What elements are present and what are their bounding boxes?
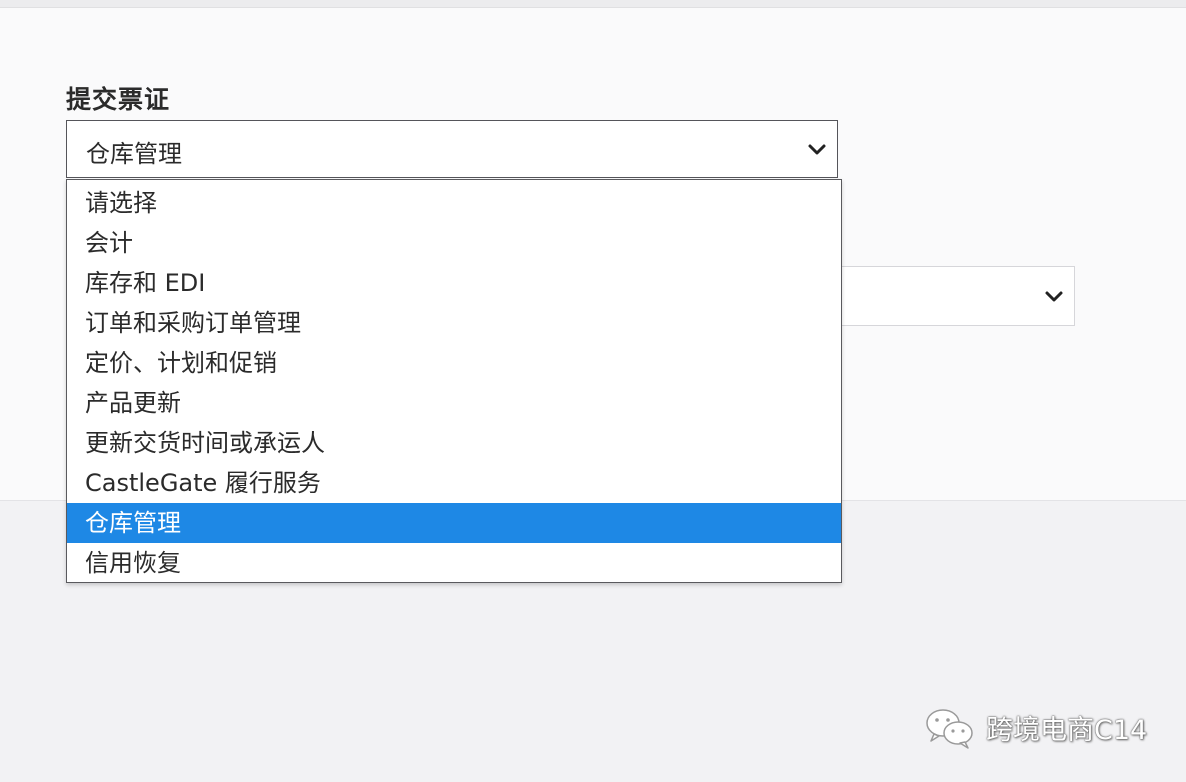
dropdown-option[interactable]: 产品更新 — [67, 383, 841, 423]
dropdown-option[interactable]: 更新交货时间或承运人 — [67, 423, 841, 463]
dropdown-option[interactable]: CastleGate 履行服务 — [67, 463, 841, 503]
dropdown-option[interactable]: 请选择 — [67, 183, 841, 223]
dropdown-option-selected[interactable]: 仓库管理 — [67, 503, 841, 543]
top-border — [0, 0, 1186, 8]
dropdown-option[interactable]: 会计 — [67, 223, 841, 263]
dropdown-option[interactable]: 库存和 EDI — [67, 263, 841, 303]
category-dropdown-list: 请选择 会计 库存和 EDI 订单和采购订单管理 定价、计划和促销 产品更新 更… — [66, 179, 842, 583]
dropdown-option[interactable]: 定价、计划和促销 — [67, 343, 841, 383]
chevron-down-icon — [807, 143, 827, 157]
category-select-value: 仓库管理 — [86, 140, 182, 168]
watermark-text: 跨境电商C14 — [986, 715, 1148, 746]
dropdown-option[interactable]: 信用恢复 — [67, 543, 841, 583]
secondary-select[interactable] — [838, 266, 1075, 326]
form-label: 提交票证 — [66, 85, 171, 114]
category-select[interactable]: 仓库管理 — [66, 120, 838, 178]
wechat-icon — [924, 706, 976, 750]
dropdown-option[interactable]: 订单和采购订单管理 — [67, 303, 841, 343]
chevron-down-icon — [1044, 290, 1064, 304]
